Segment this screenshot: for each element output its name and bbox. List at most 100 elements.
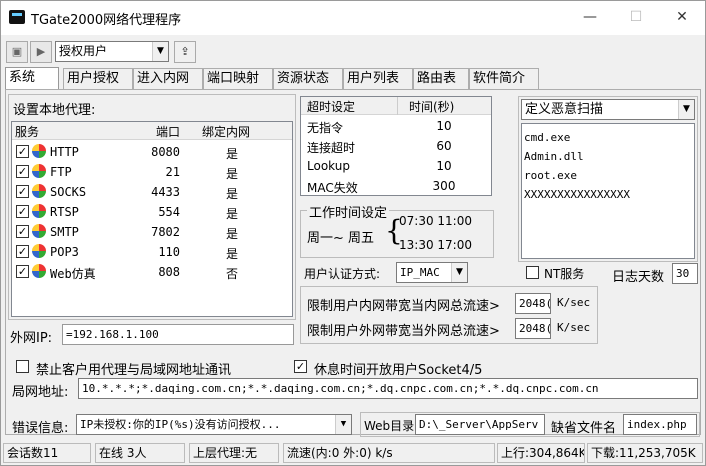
tab-resource-status[interactable]: 资源状态 <box>273 68 343 90</box>
timeout-row[interactable]: 无指令 10 <box>301 116 491 136</box>
block-lan-checkbox[interactable] <box>16 360 29 373</box>
proxy-row[interactable]: ✓ POP3 110 是 <box>12 242 292 262</box>
local-proxy-label: 设置本地代理: <box>13 103 96 118</box>
proxy-checkbox[interactable]: ✓ <box>16 185 29 198</box>
scan-select-value: 定义恶意扫描 <box>525 102 604 117</box>
proxy-checkbox[interactable]: ✓ <box>16 225 29 238</box>
scan-item[interactable]: Admin.dll <box>524 147 692 166</box>
col-timeout-value[interactable]: 时间(秒) <box>409 98 454 115</box>
status-sessions: 会话数11 <box>3 443 91 463</box>
close-button[interactable]: ✕ <box>659 1 705 33</box>
col-port[interactable]: 端口 <box>156 123 180 140</box>
scan-select[interactable]: 定义恶意扫描 ▼ <box>521 99 695 120</box>
bandwidth-out-field[interactable]: 2048( <box>515 318 551 339</box>
scan-item[interactable]: root.exe <box>524 166 692 185</box>
lan-address-field[interactable]: 10.*.*.*;*.daqing.com.cn;*.*.daqing.com.… <box>78 378 698 399</box>
auth-select[interactable]: IP_MAC ▼ <box>396 262 468 283</box>
proxy-bind: 是 <box>226 247 239 261</box>
socket-checkbox[interactable]: ✓ <box>294 360 307 373</box>
work-time-2[interactable]: 13:30 17:00 <box>399 238 472 252</box>
col-bind[interactable]: 绑定内网 <box>202 123 250 140</box>
service-icon <box>32 164 46 178</box>
proxy-bind: 是 <box>226 187 239 201</box>
play-icon[interactable]: ▶ <box>30 41 52 63</box>
log-days-field[interactable]: 30 <box>672 263 698 284</box>
proxy-port: 7802 <box>151 225 180 239</box>
proxy-row[interactable]: ✓ SOCKS 4433 是 <box>12 182 292 202</box>
tab-user-auth[interactable]: 用户授权 <box>63 68 133 90</box>
service-icon <box>32 204 46 218</box>
system-panel: 设置本地代理: 服务 端口 绑定内网 ✓ HTTP 8080 是 ✓ FTP 21 是 ✓ SOC… <box>5 89 701 437</box>
col-service[interactable]: 服务 <box>15 123 39 140</box>
chevron-down-icon: ▼ <box>152 42 168 61</box>
timeout-value: 10 <box>436 119 452 133</box>
timeout-row[interactable]: 连接超时 60 <box>301 136 491 156</box>
missing-file-field[interactable]: index.php <box>623 414 697 435</box>
minimize-button[interactable]: — <box>567 1 613 33</box>
proxy-port: 808 <box>158 265 180 279</box>
proxy-port: 21 <box>165 165 180 179</box>
proxy-bind: 是 <box>226 207 239 221</box>
tab-system[interactable]: 系统 <box>5 67 59 91</box>
tab-route-table[interactable]: 路由表 <box>413 68 469 90</box>
proxy-row[interactable]: ✓ Web仿真 808 否 <box>12 262 292 282</box>
error-select[interactable]: IP未授权:你的IP(%s)没有访问授权... ▼ <box>76 414 352 435</box>
proxy-row[interactable]: ✓ HTTP 8080 是 <box>12 142 292 162</box>
web-dir-field[interactable]: D:\_Server\AppServ <box>415 414 545 435</box>
save-icon[interactable]: ▣ <box>6 41 28 63</box>
tab-user-list[interactable]: 用户列表 <box>343 68 413 90</box>
proxy-list: 服务 端口 绑定内网 ✓ HTTP 8080 是 ✓ FTP 21 是 ✓ SOCKS 4433 是 ✓… <box>11 121 293 317</box>
error-value: IP未授权:你的IP(%s)没有访问授权... <box>80 418 281 431</box>
timeout-name: Lookup <box>307 159 350 173</box>
timeout-name: 连接超时 <box>307 141 356 155</box>
proxy-checkbox[interactable]: ✓ <box>16 145 29 158</box>
scan-item[interactable]: cmd.exe <box>524 128 692 147</box>
timeout-header: 超时设定 时间(秒) <box>301 97 491 115</box>
proxy-port: 554 <box>158 205 180 219</box>
bandwidth-in-unit: K/sec <box>557 296 591 309</box>
scan-item[interactable]: XXXXXXXXXXXXXXXX <box>524 185 692 204</box>
proxy-row[interactable]: ✓ SMTP 7802 是 <box>12 222 292 242</box>
main-window: TGate2000网络代理程序 — ☐ ✕ ▣ ▶ 授权用户 ▼ ⇪ 系统 用户… <box>0 0 706 466</box>
title-bar: TGate2000网络代理程序 — ☐ ✕ <box>1 1 705 35</box>
status-bar: 会话数11 在线 3人 上层代理:无 流速(内:0 外:0) k/s 上行:30… <box>1 441 705 465</box>
proxy-list-header: 服务 端口 绑定内网 <box>12 122 292 140</box>
maximize-button[interactable]: ☐ <box>613 1 659 33</box>
proxy-service-name: SOCKS <box>50 185 87 199</box>
tab-port-mapping[interactable]: 端口映射 <box>203 68 273 90</box>
proxy-row[interactable]: ✓ RTSP 554 是 <box>12 202 292 222</box>
proxy-checkbox[interactable]: ✓ <box>16 205 29 218</box>
work-time-1[interactable]: 07:30 11:00 <box>399 214 472 228</box>
nt-service-checkbox[interactable] <box>526 266 539 279</box>
proxy-service-name: POP3 <box>50 245 79 259</box>
work-time-group: 工作时间设定 周一~ 周五 { 07:30 11:00 13:30 17:00 <box>300 202 494 258</box>
proxy-bind: 是 <box>226 147 239 161</box>
timeout-name: MAC失效 <box>307 181 358 195</box>
bandwidth-group: 限制用户内网带宽当内网总流速> 2048( K/sec 限制用户外网带宽当外网总… <box>300 286 598 344</box>
status-flow: 流速(内:0 外:0) k/s <box>283 443 495 463</box>
proxy-service-name: SMTP <box>50 225 79 239</box>
work-days[interactable]: 周一~ 周五 <box>307 227 374 246</box>
proxy-service-name: RTSP <box>50 205 79 219</box>
web-dir-label: Web目录 <box>364 419 415 433</box>
window-title: TGate2000网络代理程序 <box>31 13 182 28</box>
external-ip-label: 外网IP: <box>10 331 53 346</box>
tab-intranet[interactable]: 进入内网 <box>133 68 203 90</box>
proxy-row[interactable]: ✓ FTP 21 是 <box>12 162 292 182</box>
proxy-checkbox[interactable]: ✓ <box>16 265 29 278</box>
timeout-value: 10 <box>436 159 452 173</box>
proxy-checkbox[interactable]: ✓ <box>16 245 29 258</box>
proxy-checkbox[interactable]: ✓ <box>16 165 29 178</box>
timeout-row[interactable]: Lookup 10 <box>301 156 491 176</box>
user-mode-select[interactable]: 授权用户 ▼ <box>55 41 169 62</box>
col-timeout-name[interactable]: 超时设定 <box>307 98 355 115</box>
external-ip-field[interactable]: =192.168.1.100 <box>62 324 294 345</box>
bandwidth-in-field[interactable]: 2048( <box>515 293 551 314</box>
scan-list[interactable]: cmd.exe Admin.dll root.exe XXXXXXXXXXXXXXXX <box>521 123 695 259</box>
tab-about[interactable]: 软件简介 <box>469 68 539 90</box>
export-icon[interactable]: ⇪ <box>174 41 196 63</box>
proxy-bind: 是 <box>226 227 239 241</box>
user-mode-value: 授权用户 <box>59 44 108 58</box>
proxy-service-name: Web仿真 <box>50 267 96 281</box>
timeout-row[interactable]: MAC失效 300 <box>301 176 491 196</box>
